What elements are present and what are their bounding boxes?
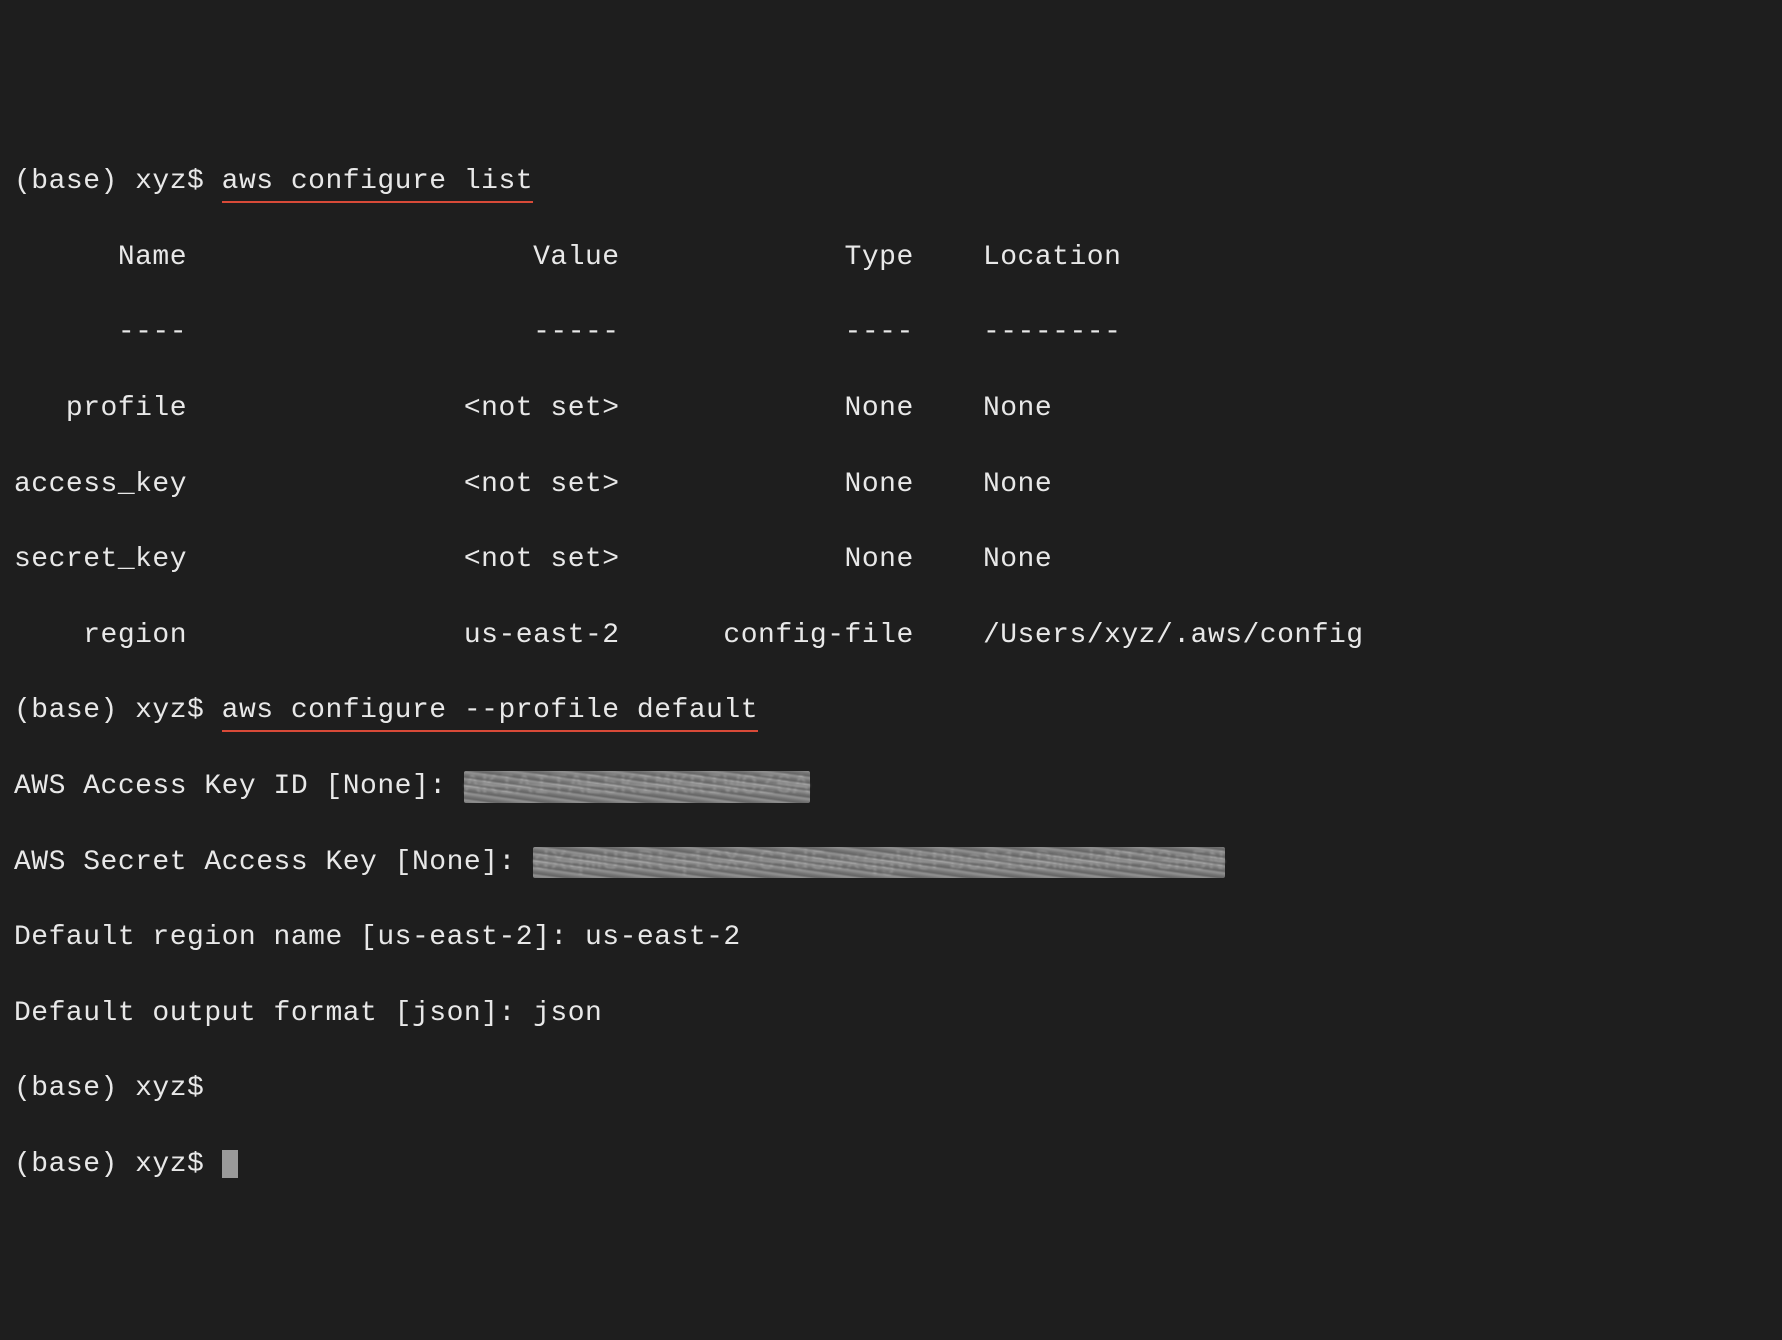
env-tag: (base) — [14, 1073, 135, 1104]
user-host: xyz$ — [135, 166, 222, 197]
access-key-line: AWS Access Key ID [None]: AKIAITAE5KIMKR… — [14, 768, 1768, 806]
prompt-line-4[interactable]: (base) xyz$ — [14, 1146, 1768, 1184]
user-host: xyz$ — [135, 1149, 222, 1180]
secret-key-line: AWS Secret Access Key [None]: dXqmUtRtq1… — [14, 844, 1768, 882]
table-row: access_key <not set> None None — [14, 466, 1768, 504]
table-row: region us-east-2 config-file /Users/xyz/… — [14, 617, 1768, 655]
command-aws-configure-profile: aws configure --profile default — [222, 692, 758, 730]
output-format-label: Default output format [json]: — [14, 998, 533, 1029]
env-tag: (base) — [14, 1149, 135, 1180]
table-header: Name Value Type Location — [14, 239, 1768, 277]
env-tag: (base) — [14, 695, 135, 726]
user-host: xyz$ — [135, 695, 222, 726]
cursor-icon[interactable] — [222, 1150, 238, 1178]
region-line: Default region name [us-east-2]: us-east… — [14, 919, 1768, 957]
table-separator: ---- ----- ---- -------- — [14, 314, 1768, 352]
table-row: secret_key <not set> None None — [14, 541, 1768, 579]
prompt-line-2: (base) xyz$ aws configure --profile defa… — [14, 692, 1768, 730]
command-aws-configure-list: aws configure list — [222, 163, 533, 201]
output-format-line: Default output format [json]: json — [14, 995, 1768, 1033]
secret-key-label: AWS Secret Access Key [None]: — [14, 847, 533, 878]
prompt-line-3: (base) xyz$ — [14, 1070, 1768, 1108]
region-label: Default region name [us-east-2]: — [14, 922, 585, 953]
access-key-value-redacted: AKIAITAE5KIMKRIWOZ6A — [464, 768, 810, 806]
region-value: us-east-2 — [585, 922, 741, 953]
prompt-line-1: (base) xyz$ aws configure list — [14, 163, 1768, 201]
access-key-label: AWS Access Key ID [None]: — [14, 771, 464, 802]
user-host: xyz$ — [135, 1073, 204, 1104]
env-tag: (base) — [14, 166, 135, 197]
output-format-value: json — [533, 998, 602, 1029]
table-row: profile <not set> None None — [14, 390, 1768, 428]
secret-key-value-redacted: dXqmUtRtq1GXzCTd5wxqgWtPbcS1CDmxkMT23n5N — [533, 844, 1225, 882]
